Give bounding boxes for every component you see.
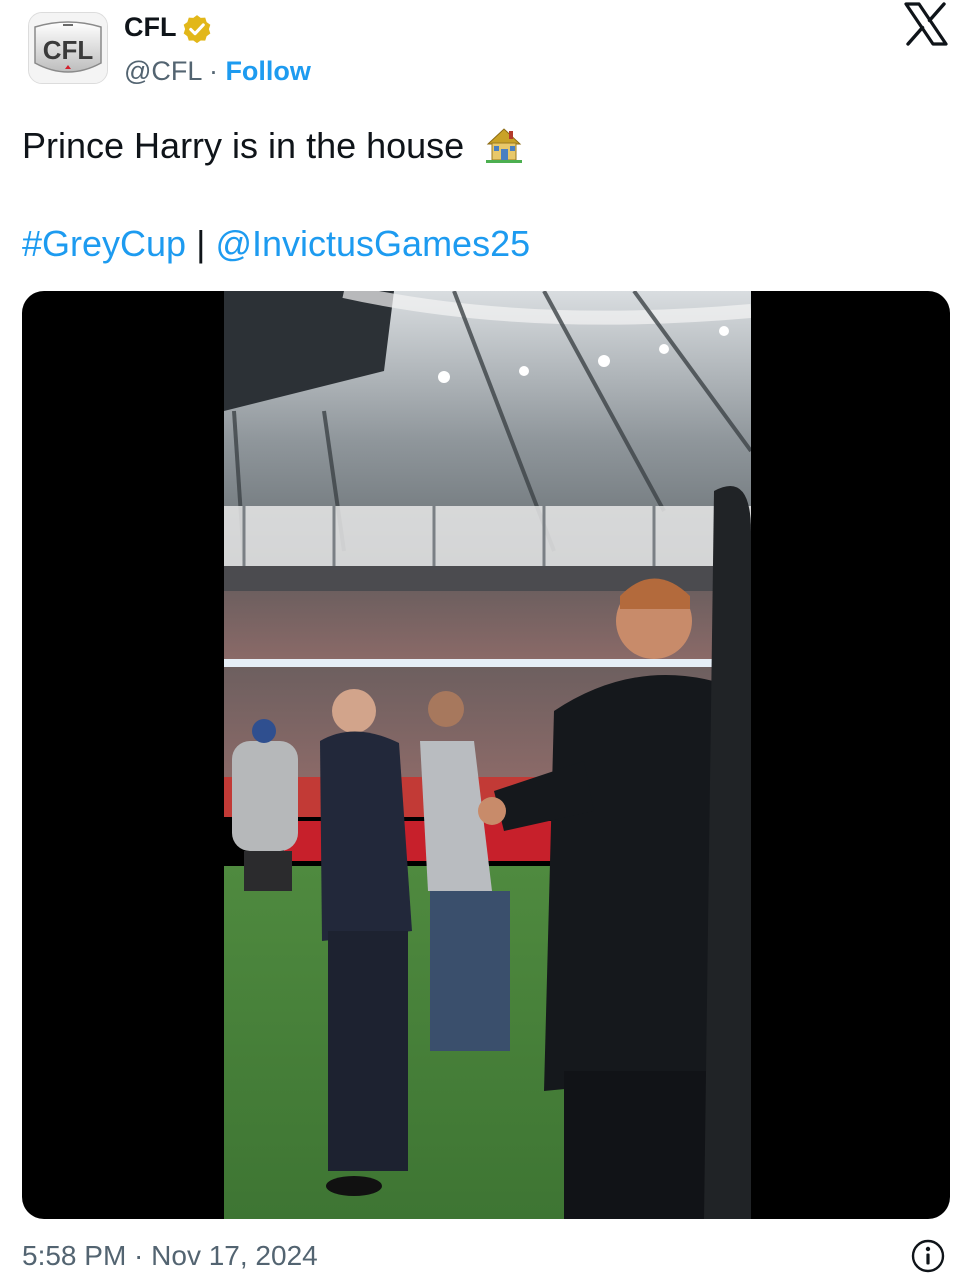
video-player[interactable] [22,291,950,1219]
video-frame [224,291,751,1219]
author-name[interactable]: CFL [124,10,176,44]
verified-badge-icon [183,15,211,44]
hashtag-greycup[interactable]: #GreyCup [22,223,186,264]
cfl-logo-icon: CFL [29,13,107,83]
svg-text:CFL: CFL [43,35,94,65]
tweet-card: CFL CFL @CFL · Follow Prince Harry is in… [0,0,968,1282]
tweet-text-content: Prince Harry is in the house [22,125,465,166]
tweet-text: Prince Harry is in the house [22,124,524,168]
timestamp[interactable]: 5:58 PM · Nov 17, 2024 [22,1238,318,1274]
handle-row: @CFL · Follow [124,54,311,88]
house-emoji-icon [486,128,523,163]
mention-invictus[interactable]: @InvictusGames25 [215,223,530,264]
author-avatar[interactable]: CFL [28,12,108,84]
info-icon[interactable] [910,1238,946,1274]
author-handle[interactable]: @CFL [124,56,201,86]
x-logo-icon[interactable] [902,2,950,46]
tag-divider: | [196,223,216,264]
separator-dot: · [208,56,226,86]
follow-button[interactable]: Follow [225,56,310,86]
tags-row: #GreyCup | @InvictusGames25 [22,222,530,266]
